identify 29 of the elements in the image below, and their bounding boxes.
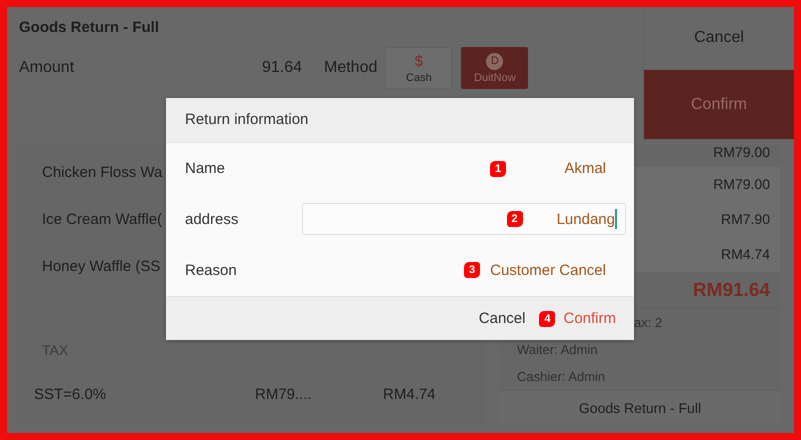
confirm-button[interactable]: Confirm	[644, 70, 794, 140]
method-label: Method	[324, 59, 378, 77]
number-badge: 2	[506, 211, 523, 228]
item-name: Ice Cream Waffle(	[42, 211, 162, 228]
amount-value: 91.64	[260, 59, 302, 77]
item-name: Honey Waffle (SS	[42, 258, 160, 275]
table-cell: RM4.74	[383, 386, 436, 403]
amount-label: Amount	[19, 59, 76, 77]
table-cell-text: SST=6.0%	[34, 386, 108, 403]
input-field[interactable]: 2 Lundang	[302, 203, 626, 236]
payment-method-button[interactable]: $ Cash	[385, 47, 452, 89]
price: RM79.00	[712, 145, 771, 162]
text-cursor	[615, 209, 617, 230]
method-icon: $	[414, 52, 424, 70]
number-badge: 3	[464, 262, 480, 278]
number-badge: 4	[539, 310, 556, 326]
confirm-button[interactable]: Confirm	[563, 310, 616, 327]
table-cell-text: RM79....	[255, 386, 313, 403]
page-title: Goods Return - Full	[19, 19, 160, 38]
field-label: Reason	[185, 262, 238, 279]
field-label: address	[185, 210, 240, 228]
item-name: Chicken Floss Wa	[42, 164, 162, 181]
method-icon: D	[486, 52, 504, 70]
dialog-title: Return information	[166, 98, 634, 143]
goods-return-button[interactable]: Goods Return - Full	[500, 390, 780, 425]
cancel-button[interactable]: Cancel	[478, 310, 526, 327]
payment-method-button[interactable]: D DuitNow	[461, 47, 528, 89]
field-label: Name	[185, 160, 226, 178]
number-badge: 1	[490, 160, 506, 177]
